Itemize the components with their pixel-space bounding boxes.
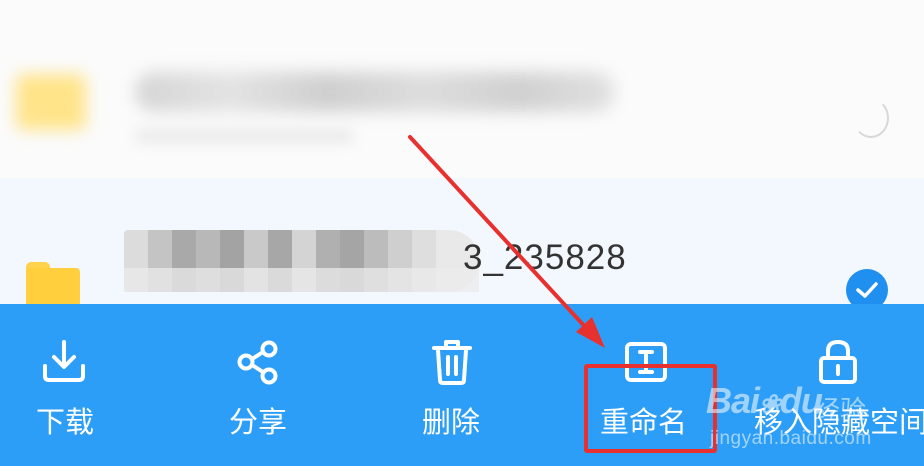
download-button[interactable]: 下载	[0, 304, 150, 466]
watermark-brand: Bai❀du	[706, 380, 823, 421]
watermark-url: jingyan.baidu.com	[710, 428, 872, 449]
paw-icon: ❀	[759, 389, 781, 419]
share-label: 分享	[229, 405, 288, 439]
select-circle[interactable]	[853, 98, 889, 138]
folder-icon	[26, 262, 80, 308]
folder-icon	[16, 74, 86, 130]
download-icon	[38, 336, 90, 388]
file-name-suffix: 3_235828	[463, 238, 627, 277]
annotation-highlight-box	[584, 364, 717, 453]
watermark-sub: 经验	[814, 396, 867, 426]
delete-button[interactable]: 删除	[388, 304, 538, 466]
download-label: 下载	[36, 405, 95, 439]
baidu-watermark: Bai❀du 经验 jingyan.baidu.com	[706, 372, 924, 466]
file-name-obscured	[124, 230, 479, 292]
delete-label: 删除	[422, 405, 481, 439]
file-meta-obscured	[135, 128, 355, 144]
trash-icon	[426, 336, 478, 388]
share-button[interactable]: 分享	[195, 304, 345, 466]
share-icon	[233, 336, 285, 388]
file-row-unselected[interactable]	[0, 0, 924, 178]
file-name-obscured	[135, 72, 615, 112]
